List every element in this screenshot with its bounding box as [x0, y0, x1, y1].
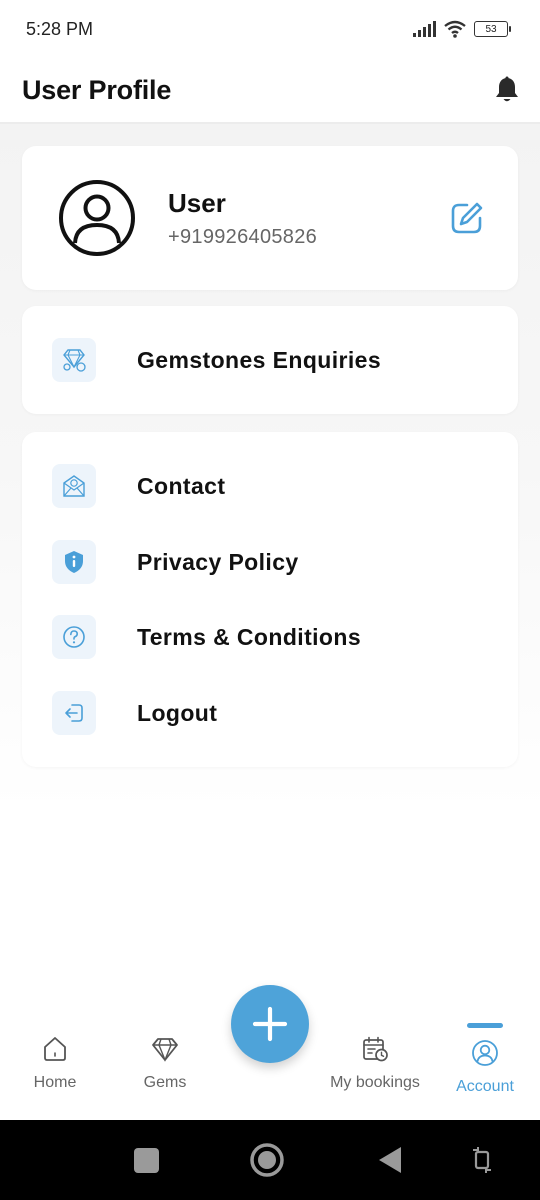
battery-level: 53: [485, 23, 497, 35]
active-indicator: [467, 1023, 503, 1028]
contact-mail-icon: [52, 464, 96, 508]
profile-phone: +919926405826: [168, 226, 318, 248]
logout-icon: [52, 691, 96, 735]
menu-item-label: Privacy Policy: [137, 548, 299, 575]
edit-icon[interactable]: [450, 201, 484, 235]
gem-enquiry-icon: [52, 338, 96, 382]
rotate-icon: [473, 1147, 491, 1173]
user-avatar-icon: [59, 180, 135, 256]
screen: 5:28 PM 53 User Profile User +9199264058…: [0, 0, 540, 1200]
add-fab-button[interactable]: [231, 985, 309, 1063]
nav-item-account[interactable]: Account: [445, 1020, 525, 1120]
app-header: User Profile: [0, 58, 540, 124]
nav-label: Account: [456, 1078, 514, 1095]
page-title: User Profile: [22, 74, 172, 105]
menu-item-terms-conditions[interactable]: Terms & Conditions: [22, 607, 518, 667]
wifi-icon: [444, 20, 466, 38]
gemstones-enquiries-row[interactable]: Gemstones Enquiries: [22, 330, 518, 390]
profile-card: User +919926405826: [22, 146, 518, 290]
nav-label: Home: [33, 1074, 77, 1091]
question-circle-icon: [52, 615, 96, 659]
system-nav-bar: [0, 1120, 540, 1200]
settings-menu-card: Contact Privacy Policy Terms & Condition…: [22, 432, 518, 767]
menu-item-label: Logout: [137, 699, 218, 726]
battery-icon: 53: [474, 21, 511, 37]
menu-item-contact[interactable]: Contact: [22, 456, 518, 516]
signal-icon: [413, 21, 436, 37]
status-bar: 5:28 PM 53: [0, 0, 540, 58]
profile-name: User: [168, 188, 226, 218]
menu-item-label: Terms & Conditions: [137, 623, 362, 650]
circle-home-icon: [250, 1143, 284, 1177]
calendar-clock-icon: [363, 1036, 388, 1062]
gemstones-enquiries-card[interactable]: Gemstones Enquiries: [22, 306, 518, 414]
gemstones-enquiries-label: Gemstones Enquiries: [137, 346, 382, 373]
menu-item-logout[interactable]: Logout: [22, 683, 518, 743]
nav-label: My bookings: [330, 1074, 420, 1091]
nav-item-my-bookings[interactable]: My bookings: [320, 1020, 430, 1120]
menu-item-privacy-policy[interactable]: Privacy Policy: [22, 532, 518, 592]
bell-icon[interactable]: [494, 76, 520, 104]
diamond-icon: [152, 1038, 178, 1062]
home-icon: [44, 1037, 66, 1061]
nav-label: Gems: [143, 1074, 187, 1091]
square-icon: [133, 1147, 159, 1173]
back-button[interactable]: [370, 1140, 410, 1180]
rotate-button[interactable]: [462, 1140, 502, 1180]
content-area: User +919926405826 Gemstones Enquiries C…: [0, 124, 540, 984]
home-system-button[interactable]: [247, 1140, 287, 1180]
account-icon: [472, 1040, 498, 1066]
shield-info-icon: [52, 540, 96, 584]
status-time: 5:28 PM: [26, 18, 94, 39]
nav-item-gems[interactable]: Gems: [135, 1020, 195, 1120]
menu-item-label: Contact: [137, 472, 226, 499]
back-triangle-icon: [379, 1147, 401, 1173]
nav-item-home[interactable]: Home: [25, 1020, 85, 1120]
status-icons: 53: [413, 20, 511, 38]
plus-icon: [252, 1006, 288, 1042]
recents-button[interactable]: [126, 1140, 166, 1180]
